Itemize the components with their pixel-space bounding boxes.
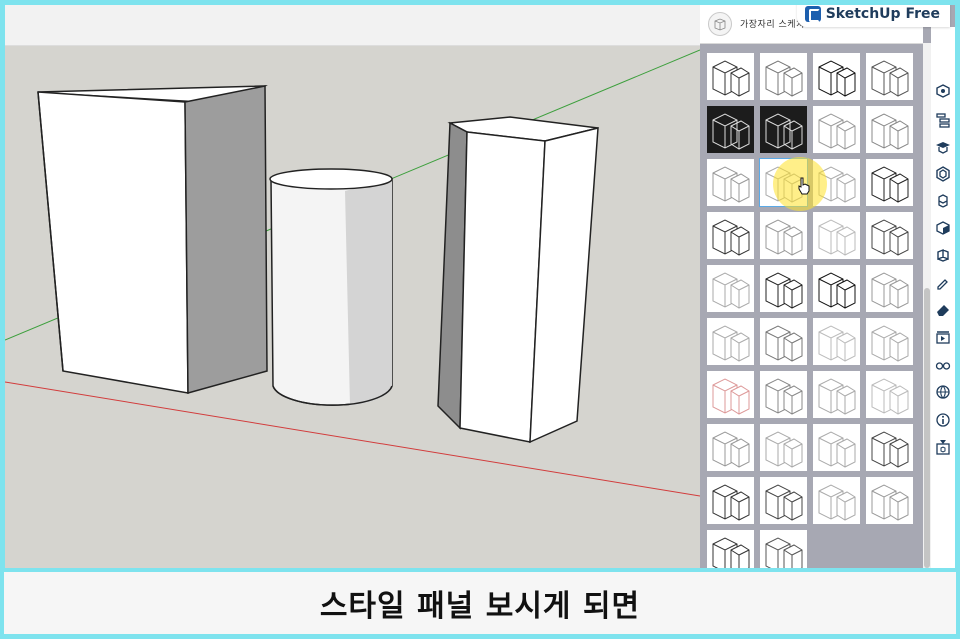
cylinder-model[interactable] [269,168,393,406]
style-thumbnail[interactable] [866,53,913,100]
style-thumbnail[interactable] [707,477,754,524]
style-thumbnail[interactable] [866,371,913,418]
model-viewport[interactable] [5,46,700,568]
style-thumbnail[interactable] [760,477,807,524]
animation-icon[interactable] [935,330,951,346]
sketchup-app-window: 가장자리 스케치 SketchUp Free [5,5,955,568]
style-thumbnail[interactable] [813,318,860,365]
instructor-icon[interactable] [935,139,951,155]
style-thumbnail[interactable] [866,212,913,259]
style-thumbnail[interactable] [760,371,807,418]
style-thumbnail[interactable] [813,371,860,418]
style-thumbnail[interactable] [866,265,913,312]
materials-icon[interactable] [935,193,951,209]
outliner-icon[interactable] [935,112,951,128]
style-thumbnail[interactable] [707,212,754,259]
style-thumbnail[interactable] [760,265,807,312]
sketchup-logo-icon [804,5,821,22]
style-thumbnail[interactable] [813,424,860,471]
box-model[interactable] [37,85,268,394]
hand-cursor-icon [798,177,810,195]
style-thumbnail[interactable] [813,212,860,259]
style-thumbnail[interactable] [866,106,913,153]
style-thumbnail[interactable] [707,424,754,471]
style-thumbnail[interactable] [760,212,807,259]
style-thumbnail[interactable] [760,318,807,365]
display-icon[interactable] [935,357,951,373]
style-thumbnail[interactable] [813,477,860,524]
style-thumbnail[interactable] [813,265,860,312]
info-icon[interactable] [935,412,951,428]
style-thumbnail[interactable] [866,424,913,471]
style-thumbnail[interactable] [760,530,807,568]
top-toolbar [5,5,700,46]
sketchup-free-badge: SketchUp Free [796,5,950,27]
caption-bar: 스타일 패널 보시게 되면 [4,572,956,634]
styles-icon[interactable] [931,243,955,267]
style-thumbnail[interactable] [707,318,754,365]
style-preview-thumbnail[interactable] [708,12,732,36]
geolocation-icon[interactable] [935,384,951,400]
scenes-icon[interactable] [935,275,951,291]
style-thumbnail[interactable] [813,53,860,100]
style-thumbnail[interactable] [707,159,754,206]
scrollbar-thumb[interactable] [924,288,930,568]
layers-icon[interactable] [935,220,951,236]
style-thumbnail[interactable] [707,265,754,312]
3d-warehouse-icon[interactable] [935,439,951,455]
style-thumbnail[interactable] [866,159,913,206]
style-thumbnail[interactable] [866,477,913,524]
hexagonal-prism-model[interactable] [437,116,599,444]
style-thumbnail[interactable] [813,106,860,153]
styles-scrollbar[interactable] [923,43,931,568]
eraser-icon[interactable] [935,302,951,318]
style-thumbnail[interactable] [707,53,754,100]
caption-text: 스타일 패널 보시게 되면 [319,589,641,624]
style-collection-title: 가장자리 스케치 [740,20,805,30]
style-thumbnail[interactable] [760,106,807,153]
components-icon[interactable] [935,166,951,182]
badge-label: SketchUp Free [825,5,940,22]
style-thumbnail[interactable] [866,318,913,365]
style-thumbnail[interactable] [760,53,807,100]
style-thumbnail[interactable] [707,106,754,153]
style-thumbnail[interactable] [760,424,807,471]
entity-info-icon[interactable] [935,83,951,99]
styles-panel: 가장자리 스케치 [700,5,955,568]
style-thumbnail[interactable] [707,530,754,568]
style-thumbnail[interactable] [707,371,754,418]
right-tool-tray [931,27,955,568]
